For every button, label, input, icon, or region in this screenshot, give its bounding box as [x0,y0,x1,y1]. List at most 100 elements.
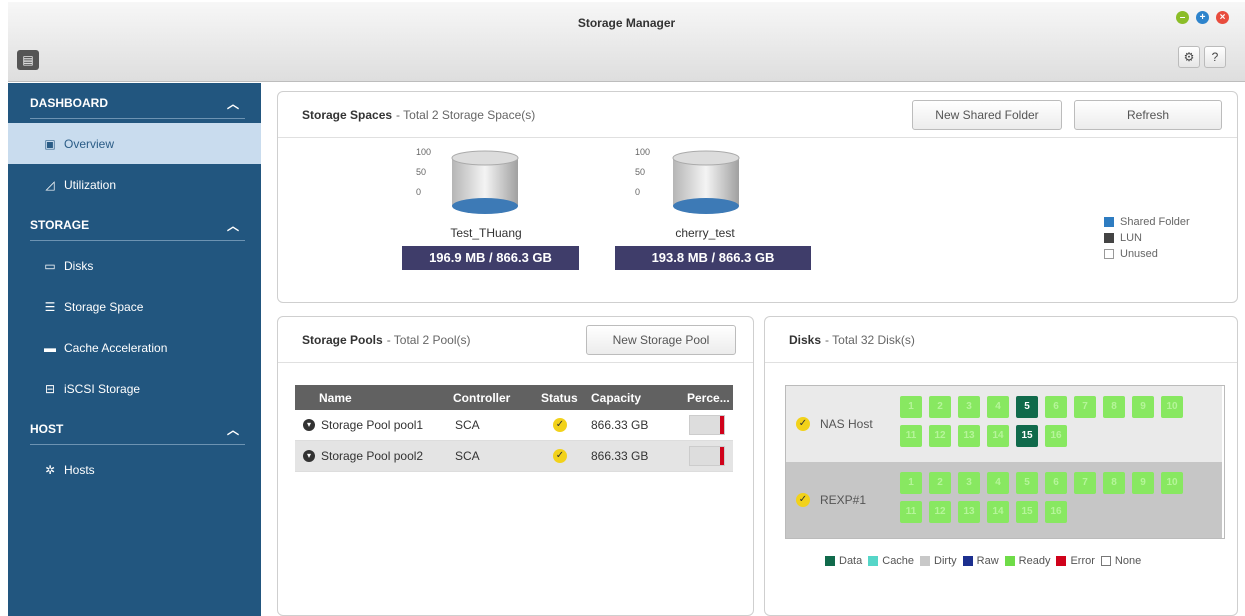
disk-slot[interactable]: 14 [987,425,1009,447]
sidebar-section-storage[interactable]: STORAGE ︿ [8,205,261,245]
disk-slot[interactable]: 10 [1161,472,1183,494]
storage-space-name: Test_THuang [450,226,522,240]
legend-swatch [868,556,879,566]
disk-slot[interactable]: 13 [958,501,980,523]
help-button[interactable]: ? [1204,46,1226,68]
disk-slot[interactable]: 12 [929,501,951,523]
sidebar-item-overview[interactable]: ▣ Overview [8,123,261,164]
disk-slot[interactable]: 14 [987,501,1009,523]
disk-slot[interactable]: 3 [958,396,980,418]
new-storage-pool-button[interactable]: New Storage Pool [586,325,736,355]
sidebar-section-dashboard[interactable]: DASHBOARD ︿ [8,83,261,123]
column-header-percent[interactable]: Perce... [687,385,730,410]
disk-slot[interactable]: 8 [1103,472,1125,494]
legend-item: Error [1056,555,1095,567]
capacity-cell: 866.33 GB [591,418,649,432]
sidebar-item-label: Utilization [64,177,117,192]
legend-swatch [1104,233,1114,243]
disk-slot[interactable]: 4 [987,396,1009,418]
disk-slot[interactable]: 7 [1074,472,1096,494]
disk-slot[interactable]: 4 [987,472,1009,494]
host-name: NAS Host [820,417,873,431]
disk-slot[interactable]: 9 [1132,472,1154,494]
sidebar-item-label: Disks [64,258,94,273]
chevron-up-icon: ︿ [226,96,239,111]
sidebar-item-label: Cache Acceleration [64,340,168,355]
minimize-button[interactable]: – [1176,11,1189,24]
disk-slot[interactable]: 6 [1045,396,1067,418]
usage-bar [689,415,725,435]
sidebar: DASHBOARD ︿ ▣ Overview ◿ Utilization STO… [8,83,261,616]
sidebar-item-storage-space[interactable]: ☰ Storage Space [8,286,261,327]
sidebar-item-iscsi-storage[interactable]: ⊟ iSCSI Storage [8,368,261,409]
pool-name: Storage Pool pool1 [321,418,424,432]
legend-item: Data [825,555,862,567]
disk-slot[interactable]: 16 [1045,425,1067,447]
host-row-nas[interactable]: ✓ NAS Host 1 2 3 4 5 6 7 8 9 10 11 12 13 14 15 16 [786,386,1222,462]
sidebar-item-hosts[interactable]: ✲ Hosts [8,449,261,490]
disk-slot[interactable]: 5 [1016,396,1038,418]
settings-button[interactable]: ⚙ [1178,46,1200,68]
disk-slot[interactable]: 1 [900,396,922,418]
legend-swatch [1104,249,1114,259]
maximize-button[interactable]: + [1196,11,1209,24]
legend-label: Error [1070,555,1095,567]
disk-slot[interactable]: 2 [929,396,951,418]
panel-title: Storage Spaces [302,107,393,122]
disk-slot[interactable]: 1 [900,472,922,494]
column-header-name[interactable]: Name [319,385,352,410]
table-row[interactable]: ▾ Storage Pool pool2 SCA ✓ 866.33 GB [295,441,733,472]
sidebar-item-label: iSCSI Storage [64,381,141,396]
refresh-button[interactable]: Refresh [1074,100,1222,130]
disk-slot[interactable]: 12 [929,425,951,447]
legend-label: Data [839,555,863,567]
legend-label: Cache [882,555,915,567]
capacity-cell: 866.33 GB [591,449,649,463]
disk-slot[interactable]: 13 [958,425,980,447]
close-button[interactable]: × [1216,11,1229,24]
pool-name-cell: ▾ Storage Pool pool1 [303,410,423,440]
storage-space-item[interactable]: 100 50 0 cherry_test 193.8 MB / 866.3 GB [615,148,815,284]
axis-tick: 0 [635,187,641,197]
sidebar-item-cache-acceleration[interactable]: ▬ Cache Acceleration [8,327,261,368]
disk-slot[interactable]: 15 [1016,501,1038,523]
disk-slot[interactable]: 9 [1132,396,1154,418]
usage-bar-fill [720,447,724,465]
disk-slot[interactable]: 16 [1045,501,1067,523]
disk-slot[interactable]: 11 [900,425,922,447]
check-icon: ✓ [796,417,810,431]
disk-slot[interactable]: 3 [958,472,980,494]
disk-slot[interactable]: 7 [1074,396,1096,418]
disk-slot[interactable]: 2 [929,472,951,494]
sidebar-section-host[interactable]: HOST ︿ [8,409,261,449]
storage-legend: Shared Folder LUN Unused [1104,214,1190,262]
y-axis: 100 50 0 [635,148,650,197]
table-row[interactable]: ▾ Storage Pool pool1 SCA ✓ 866.33 GB [295,410,733,441]
new-shared-folder-button[interactable]: New Shared Folder [912,100,1062,130]
disk-slot[interactable]: 15 [1016,425,1038,447]
disk-grid: 1 2 3 4 5 6 7 8 9 10 11 12 13 14 15 16 [900,472,1216,530]
column-header-capacity[interactable]: Capacity [591,385,641,410]
sidebar-item-disks[interactable]: ▭ Disks [8,245,261,286]
disk-slot[interactable]: 8 [1103,396,1125,418]
axis-tick: 50 [416,167,427,177]
host-row-rexp[interactable]: ✓ REXP#1 1 2 3 4 5 6 7 8 9 10 11 12 13 14 15 16 [786,462,1222,538]
section-title: DASHBOARD [30,96,108,110]
disk-slot[interactable]: 6 [1045,472,1067,494]
panel-title: Disks [789,332,822,347]
expand-icon[interactable]: ▾ [303,419,315,431]
app-icon[interactable]: ▤ [17,50,39,70]
capacity-badge: 193.8 MB / 866.3 GB [615,246,811,270]
storage-space-item[interactable]: 100 50 0 Test_THuang 196.9 MB / 866.3 GB [402,148,602,284]
legend-item: LUN [1104,230,1190,246]
disk-slot[interactable]: 10 [1161,396,1183,418]
column-header-status[interactable]: Status [541,385,578,410]
disk-slot[interactable]: 5 [1016,472,1038,494]
expand-icon[interactable]: ▾ [303,450,315,462]
sidebar-item-utilization[interactable]: ◿ Utilization [8,164,261,205]
legend-item: Shared Folder [1104,214,1190,230]
column-header-controller[interactable]: Controller [453,385,510,410]
disk-slot[interactable]: 11 [900,501,922,523]
controller-cell: SCA [455,449,480,463]
section-title: HOST [30,422,64,436]
